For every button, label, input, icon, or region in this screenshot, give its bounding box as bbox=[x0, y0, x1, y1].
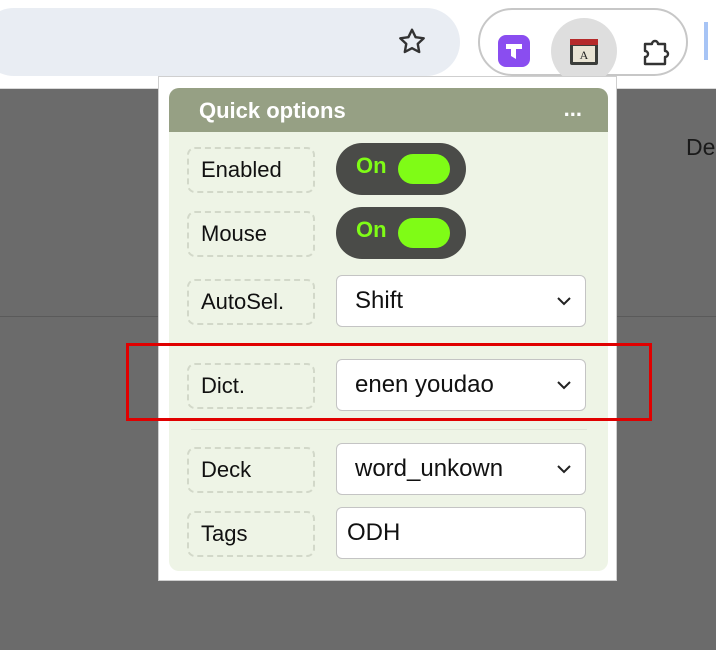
page-partial-text: De bbox=[686, 134, 716, 160]
mouse-label: Mouse bbox=[187, 211, 315, 257]
panel-header: Quick options ... bbox=[169, 88, 608, 132]
deck-label: Deck bbox=[187, 447, 315, 493]
dict-highlight-box bbox=[126, 343, 652, 421]
more-options-button[interactable]: ... bbox=[564, 96, 582, 122]
quick-options-panel: Quick options ... Enabled On Mouse On Au… bbox=[169, 88, 608, 571]
address-bar[interactable] bbox=[0, 8, 460, 76]
dictionary-extension-icon[interactable]: A bbox=[551, 18, 617, 84]
enabled-toggle[interactable]: On bbox=[336, 143, 466, 195]
toolbar-edge-indicator bbox=[704, 22, 708, 60]
tags-label: Tags bbox=[187, 511, 315, 557]
separator bbox=[191, 429, 587, 430]
deck-value: word_unkown bbox=[355, 455, 504, 482]
autosel-select[interactable]: Shift bbox=[336, 275, 586, 327]
mouse-toggle[interactable]: On bbox=[336, 207, 466, 259]
mouse-toggle-knob bbox=[398, 218, 450, 248]
panel-title: Quick options bbox=[199, 98, 346, 123]
puzzle-extensions-icon[interactable] bbox=[623, 18, 689, 84]
tags-value: ODH bbox=[347, 519, 401, 546]
svg-text:A: A bbox=[580, 48, 589, 62]
enabled-label: Enabled bbox=[187, 147, 315, 193]
chevron-down-icon bbox=[557, 297, 571, 306]
quick-options-popup: Quick options ... Enabled On Mouse On Au… bbox=[158, 76, 617, 581]
mouse-toggle-text: On bbox=[356, 217, 387, 242]
tags-input[interactable]: ODH bbox=[336, 507, 586, 559]
deck-select[interactable]: word_unkown bbox=[336, 443, 586, 495]
extension-purple-icon[interactable] bbox=[481, 18, 547, 84]
autosel-label: AutoSel. bbox=[187, 279, 315, 325]
enabled-toggle-text: On bbox=[356, 153, 387, 178]
autosel-value: Shift bbox=[355, 287, 404, 314]
star-icon[interactable] bbox=[393, 23, 431, 61]
extensions-group: A bbox=[478, 8, 688, 84]
chevron-down-icon bbox=[557, 465, 571, 474]
enabled-toggle-knob bbox=[398, 154, 450, 184]
